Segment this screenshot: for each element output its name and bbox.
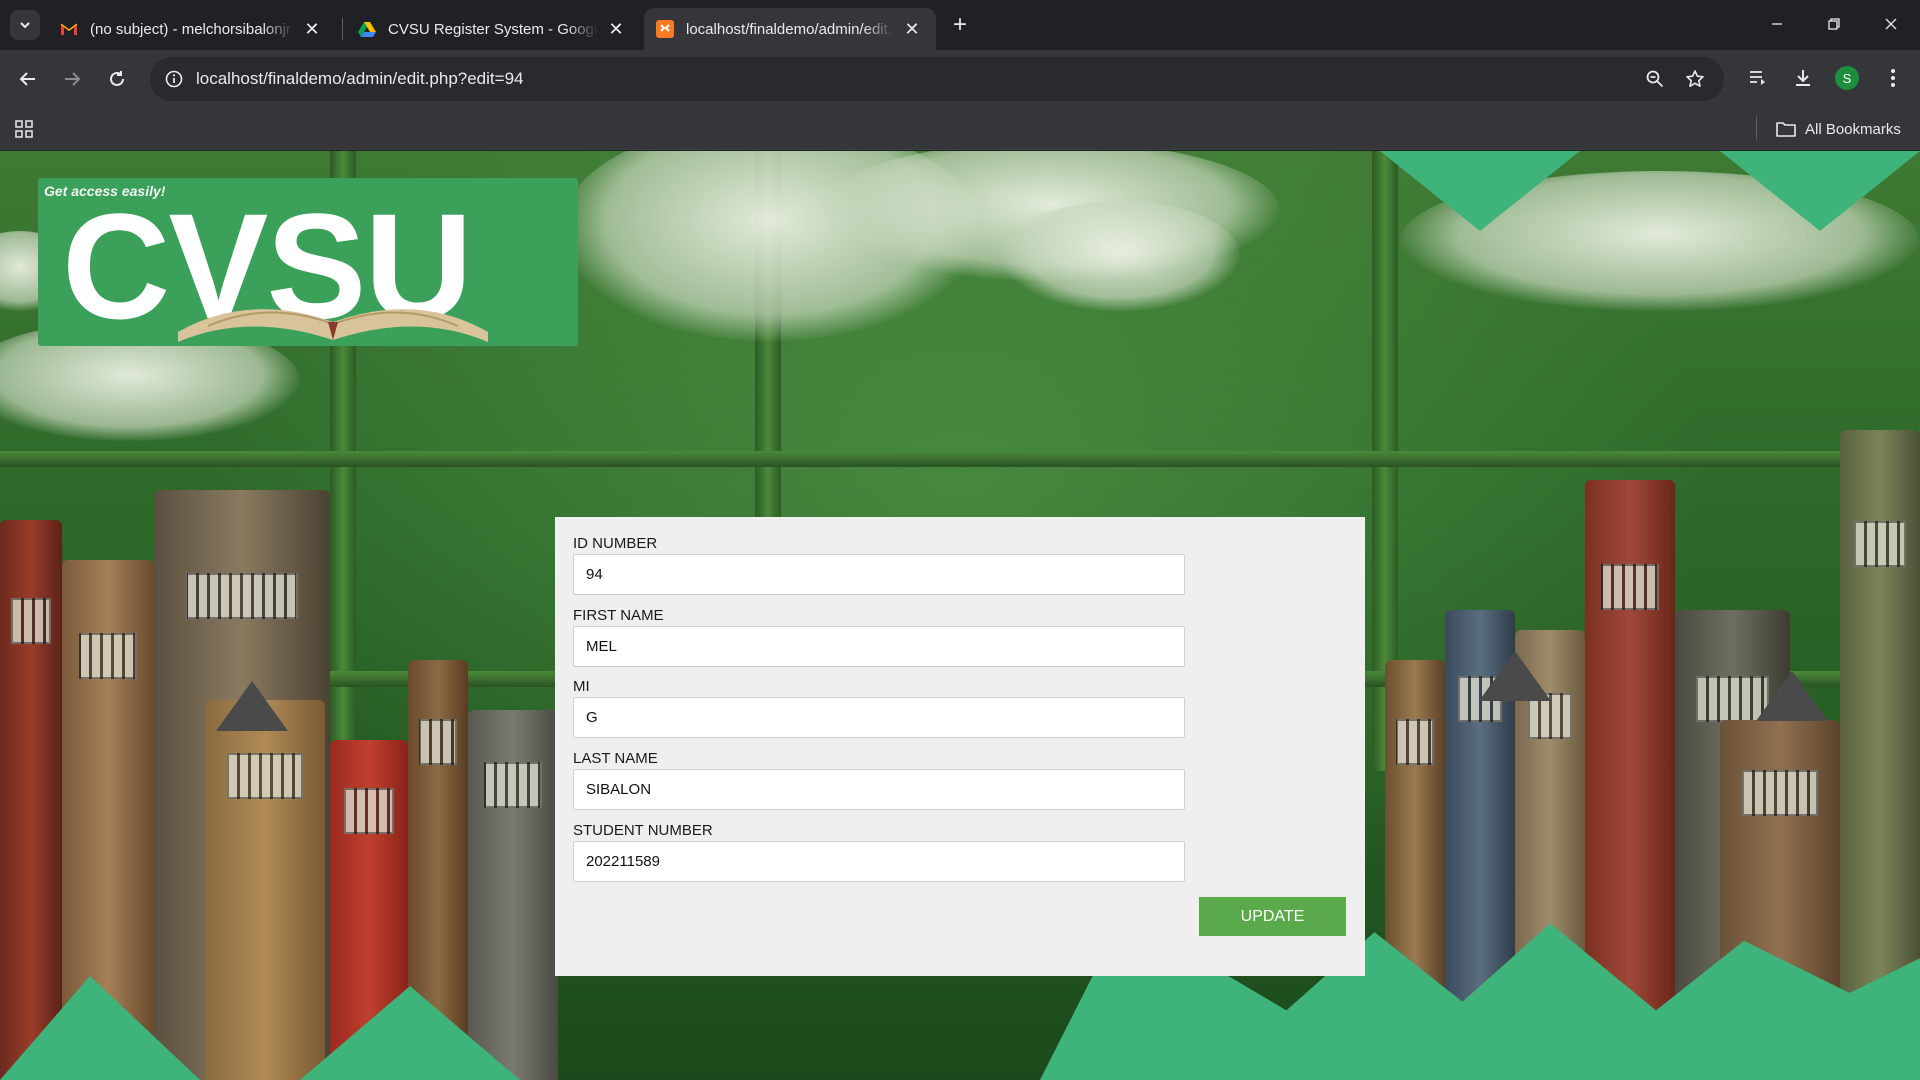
restore-icon [1828, 18, 1840, 30]
tower-roof [1756, 671, 1828, 721]
arrow-right-icon [65, 72, 81, 86]
arrow-left-icon [19, 72, 35, 86]
tower-roof [216, 681, 288, 731]
mi-group: MI [573, 677, 1185, 738]
minimize-icon [1772, 23, 1782, 25]
last-name-input[interactable] [573, 769, 1185, 810]
forward-button[interactable] [55, 62, 89, 96]
tab-google-drive[interactable]: CVSU Register System - Google Drive ✕ [346, 8, 640, 50]
tower-roof [1479, 651, 1551, 701]
restore-button[interactable] [1805, 0, 1863, 48]
cloud [1000, 201, 1240, 311]
bookmark-star-icon[interactable] [1682, 66, 1708, 92]
tab-title: CVSU Register System - Google Drive [388, 20, 598, 38]
close-icon[interactable]: ✕ [302, 19, 322, 39]
mi-input[interactable] [573, 697, 1185, 738]
book-tower [205, 700, 325, 1080]
first-name-group: FIRST NAME [573, 606, 1185, 667]
last-name-label: LAST NAME [573, 750, 658, 767]
xampp-icon [656, 20, 674, 38]
tab-gmail[interactable]: (no subject) - melchorsibalonjr2 ✕ [48, 8, 336, 50]
zoom-icon[interactable] [1642, 66, 1668, 92]
all-bookmarks-label: All Bookmarks [1805, 120, 1901, 138]
close-icon[interactable]: ✕ [902, 19, 922, 39]
reload-icon [110, 71, 124, 86]
book-tower [468, 710, 558, 1080]
student-number-input[interactable] [573, 841, 1185, 882]
bookmarks-divider [1756, 116, 1757, 140]
apps-grid-icon[interactable] [12, 117, 36, 141]
student-number-group: STUDENT NUMBER [573, 821, 1185, 882]
minimize-button[interactable] [1748, 0, 1806, 48]
mi-label: MI [573, 678, 590, 695]
id-number-group: ID NUMBER [573, 534, 1185, 595]
close-icon[interactable]: ✕ [606, 19, 626, 39]
reload-button[interactable] [100, 62, 134, 96]
tab-title: (no subject) - melchorsibalonjr2 [90, 20, 294, 38]
tab-search-button[interactable] [10, 10, 40, 40]
gmail-icon [60, 20, 78, 38]
address-bar[interactable]: localhost/finaldemo/admin/edit.php?edit=… [150, 57, 1724, 101]
first-name-input[interactable] [573, 626, 1185, 667]
google-drive-icon [358, 20, 376, 38]
all-bookmarks-button[interactable]: All Bookmarks [1776, 117, 1901, 141]
chevron-down-icon [20, 22, 30, 29]
open-book-icon [178, 309, 488, 342]
url-text[interactable]: localhost/finaldemo/admin/edit.php?edit=… [196, 69, 523, 89]
reading-list-icon[interactable] [1743, 63, 1773, 93]
new-tab-button[interactable]: + [946, 11, 974, 39]
tab-title: localhost/finaldemo/admin/edit.php [686, 20, 894, 38]
tab-localhost[interactable]: localhost/finaldemo/admin/edit.php ✕ [644, 8, 936, 50]
book-tower [0, 520, 62, 1080]
close-window-button[interactable] [1862, 0, 1920, 48]
download-icon[interactable] [1788, 63, 1818, 93]
back-button[interactable] [11, 62, 45, 96]
shelf-board [0, 451, 1920, 467]
student-number-label: STUDENT NUMBER [573, 822, 713, 839]
site-info-icon[interactable] [160, 65, 188, 93]
page-background: Get access easily! CVSU ID NUMBER FIRST … [0, 151, 1920, 1080]
id-number-label: ID NUMBER [573, 535, 658, 552]
cvsu-logo: Get access easily! CVSU [38, 178, 578, 346]
id-number-input[interactable] [573, 554, 1185, 595]
profile-avatar[interactable]: S [1835, 66, 1859, 90]
tab-divider [342, 18, 343, 40]
bookmarks-bar: All Bookmarks [0, 108, 1920, 150]
update-button[interactable]: UPDATE [1199, 897, 1346, 936]
first-name-label: FIRST NAME [573, 607, 664, 624]
folder-icon [1776, 122, 1796, 137]
more-menu-icon[interactable] [1878, 63, 1908, 93]
edit-student-form: ID NUMBER FIRST NAME MI LAST NAME STUDEN… [555, 517, 1365, 976]
browser-toolbar: localhost/finaldemo/admin/edit.php?edit=… [0, 50, 1920, 108]
tab-strip: (no subject) - melchorsibalonjr2 ✕ CVSU … [0, 0, 1920, 50]
last-name-group: LAST NAME [573, 749, 1185, 810]
close-icon [1885, 18, 1897, 30]
